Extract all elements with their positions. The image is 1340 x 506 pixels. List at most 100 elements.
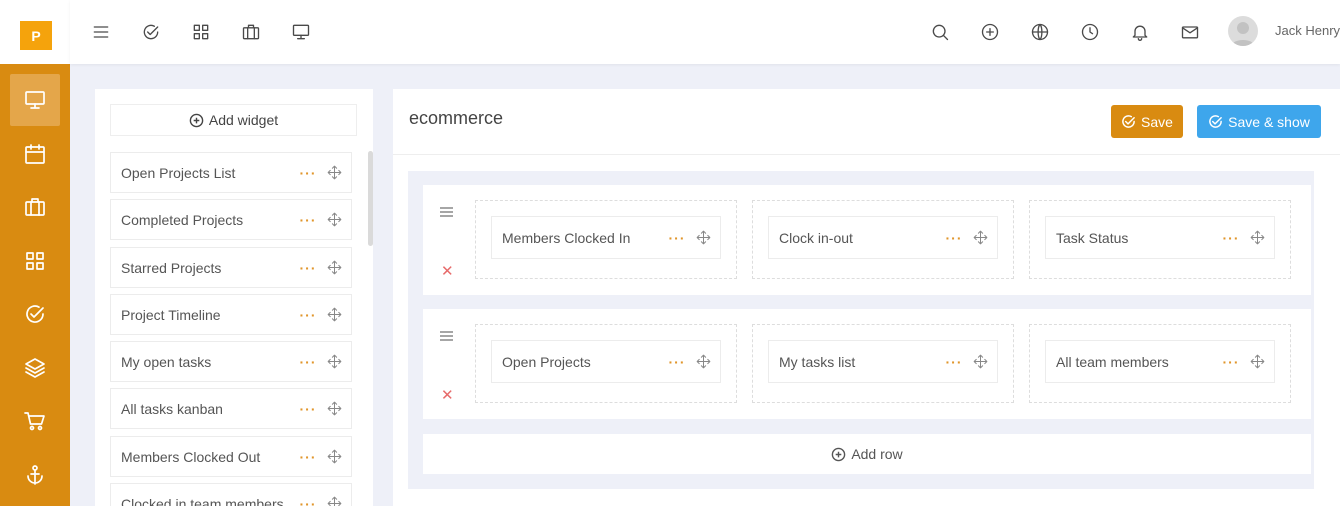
widget-label: Project Timeline [121,306,221,323]
widget-list-scrollbar[interactable] [368,151,373,246]
clock-button[interactable] [1078,20,1102,44]
more-icon[interactable]: ··· [298,165,318,181]
dashboard-editor-panel: ecommerce Save Save & show ✕ Members Clo… [393,89,1340,506]
messages-button[interactable] [1178,20,1202,44]
add-row-button[interactable]: Add row [423,434,1311,474]
divider [393,154,1340,155]
search-icon [932,24,949,41]
list-item[interactable]: My open tasks ··· [110,341,352,382]
more-icon[interactable]: ··· [1221,354,1241,370]
notifications-button[interactable] [1128,20,1152,44]
check-circle-icon [26,305,44,323]
move-icon[interactable] [326,448,343,465]
more-icon[interactable]: ··· [667,354,687,370]
briefcase-icon [242,24,260,40]
rail-item-apps[interactable] [10,235,60,287]
rail-item-projects[interactable] [10,181,60,233]
list-item[interactable]: Project Timeline ··· [110,294,352,335]
drag-handle-icon[interactable] [439,329,454,346]
more-icon[interactable]: ··· [944,230,964,246]
remove-row-button[interactable]: ✕ [441,386,454,404]
left-rail: P [0,0,70,506]
language-button[interactable] [1028,20,1052,44]
move-icon[interactable] [326,400,343,417]
monitor-icon [25,91,45,109]
globe-icon [1031,23,1049,41]
more-icon[interactable]: ··· [298,449,318,465]
rail-item-cart[interactable] [10,395,60,447]
move-icon[interactable] [1249,229,1266,246]
check-circle-icon [143,24,159,40]
more-icon[interactable]: ··· [1221,230,1241,246]
more-icon[interactable]: ··· [667,230,687,246]
move-icon[interactable] [326,211,343,228]
rail-item-anchor[interactable] [10,449,60,501]
more-icon[interactable]: ··· [944,354,964,370]
more-icon[interactable]: ··· [298,354,318,370]
dashboard-cell: Members Clocked In ··· [475,200,737,279]
drag-handle-icon[interactable] [439,205,454,222]
list-item[interactable]: All tasks kanban ··· [110,388,352,429]
more-icon[interactable]: ··· [298,260,318,276]
placed-widget[interactable]: Open Projects ··· [491,340,721,383]
widget-label: Clock in-out [779,229,853,246]
menu-toggle-button[interactable] [89,20,113,44]
placed-widget[interactable]: Members Clocked In ··· [491,216,721,259]
add-widget-button[interactable]: Add widget [110,104,357,136]
more-icon[interactable]: ··· [298,212,318,228]
widget-label: All tasks kanban [121,400,223,417]
avatar[interactable] [1228,16,1258,46]
page-title[interactable]: ecommerce [409,108,503,129]
more-icon[interactable]: ··· [298,496,318,506]
list-item[interactable]: Clocked in team members ··· [110,483,352,506]
more-icon[interactable]: ··· [298,307,318,323]
save-label: Save [1141,113,1173,130]
list-item[interactable]: Members Clocked Out ··· [110,436,352,477]
more-icon[interactable]: ··· [298,401,318,417]
apps-shortcut-button[interactable] [189,20,213,44]
move-icon[interactable] [326,259,343,276]
move-icon[interactable] [326,495,343,506]
tasks-shortcut-button[interactable] [139,20,163,44]
widget-label: Members Clocked Out [121,448,261,465]
search-button[interactable] [928,20,952,44]
app-logo[interactable]: P [20,21,52,50]
list-item[interactable]: Completed Projects ··· [110,199,352,240]
plus-circle-icon [189,113,204,127]
quick-add-button[interactable] [978,20,1002,44]
rail-item-dashboard[interactable] [10,74,60,126]
plus-circle-icon [832,447,846,461]
check-circle-icon [1209,115,1223,128]
move-icon[interactable] [972,353,989,370]
save-button[interactable]: Save [1111,105,1183,138]
move-icon[interactable] [695,229,712,246]
move-icon[interactable] [326,306,343,323]
widget-label: Open Projects List [121,164,236,181]
list-item[interactable]: Open Projects List ··· [110,152,352,193]
projects-shortcut-button[interactable] [239,20,263,44]
check-circle-icon [1122,115,1135,128]
dashboard-row: ✕ Open Projects ··· My tasks list ··· Al… [423,309,1311,419]
move-icon[interactable] [1249,353,1266,370]
move-icon[interactable] [695,353,712,370]
menu-icon [93,26,109,38]
placed-widget[interactable]: All team members ··· [1045,340,1275,383]
save-and-show-button[interactable]: Save & show [1197,105,1321,138]
rail-item-layers[interactable] [10,342,60,394]
list-item[interactable]: Starred Projects ··· [110,247,352,288]
layers-icon [25,358,45,378]
rail-item-calendar[interactable] [10,128,60,180]
placed-widget[interactable]: Task Status ··· [1045,216,1275,259]
rail-item-tasks[interactable] [10,288,60,340]
dashboard-grid: ✕ Members Clocked In ··· Clock in-out ··… [408,171,1314,489]
widget-list-panel: Add widget Open Projects List ··· Comple… [95,89,373,506]
placed-widget[interactable]: My tasks list ··· [768,340,998,383]
remove-row-button[interactable]: ✕ [441,262,454,280]
placed-widget[interactable]: Clock in-out ··· [768,216,998,259]
move-icon[interactable] [326,353,343,370]
widget-label: My open tasks [121,353,212,370]
move-icon[interactable] [972,229,989,246]
dashboard-shortcut-button[interactable] [289,20,313,44]
move-icon[interactable] [326,164,343,181]
user-name[interactable]: Jack Henry [1275,23,1340,38]
